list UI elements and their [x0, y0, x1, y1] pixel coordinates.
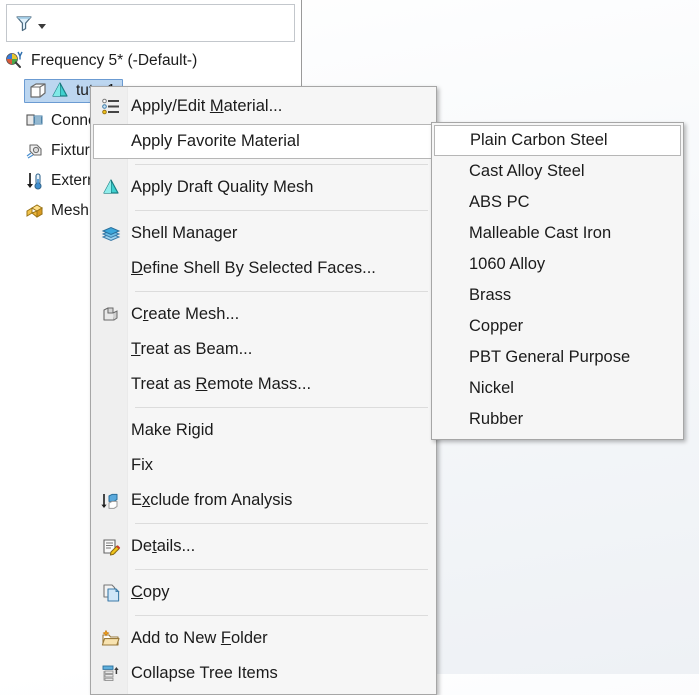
menu-item-label: Make Rigid — [131, 421, 214, 439]
menu-item-add-to-new-folder[interactable]: Add to New Folder — [91, 621, 436, 656]
submenu-item-label: 1060 Alloy — [469, 255, 546, 273]
menu-separator — [135, 291, 428, 292]
submenu-item-label: ABS PC — [469, 193, 530, 211]
menu-item-apply-edit-material[interactable]: Apply/Edit Material... — [91, 89, 436, 124]
menu-item-label: Fix — [131, 456, 153, 474]
menu-item-shell-manager[interactable]: Shell Manager — [91, 216, 436, 251]
submenu-item-nickel[interactable]: Nickel — [432, 373, 683, 404]
submenu-item-pbt-general-purpose[interactable]: PBT General Purpose — [432, 342, 683, 373]
connections-bolt-icon — [24, 110, 46, 132]
menu-item-label: Shell Manager — [131, 224, 238, 242]
menu-separator — [135, 210, 428, 211]
menu-separator — [135, 615, 428, 616]
menu-item-treat-as-remote-mass[interactable]: Treat as Remote Mass... — [91, 367, 436, 402]
details-icon — [94, 536, 127, 558]
filter-funnel-icon — [13, 12, 35, 34]
menu-item-label: Details... — [131, 537, 196, 555]
draft-quality-mesh-icon — [94, 177, 127, 199]
menu-item-label: Apply Draft Quality Mesh — [131, 178, 314, 196]
submenu-item-label: Copper — [469, 317, 524, 335]
context-menu[interactable]: Apply/Edit Material... Apply Favorite Ma… — [90, 86, 437, 695]
fixtures-icon — [24, 140, 46, 162]
submenu-item-label: Rubber — [469, 410, 524, 428]
menu-item-label: Treat as Beam... — [131, 340, 253, 358]
mesh-icon — [24, 200, 46, 222]
new-folder-icon — [94, 628, 127, 650]
menu-item-fix[interactable]: Fix — [91, 448, 436, 483]
submenu-item-label: Plain Carbon Steel — [470, 131, 608, 149]
submenu-item-malleable-cast-iron[interactable]: Malleable Cast Iron — [432, 218, 683, 249]
part-body-icon — [27, 80, 49, 102]
submenu-item-label: Cast Alloy Steel — [469, 162, 585, 180]
external-loads-thermometer-icon — [24, 170, 46, 192]
menu-item-apply-favorite-material[interactable]: Apply Favorite Material — [93, 124, 434, 159]
submenu-item-label: Malleable Cast Iron — [469, 224, 612, 242]
menu-item-copy[interactable]: Copy — [91, 575, 436, 610]
mesh-quality-icon — [49, 80, 71, 102]
menu-item-exclude-from-analysis[interactable]: Exclude from Analysis — [91, 483, 436, 518]
menu-item-details[interactable]: Details... — [91, 529, 436, 564]
submenu-item-label: PBT General Purpose — [469, 348, 631, 366]
submenu-item-plain-carbon-steel[interactable]: Plain Carbon Steel — [434, 125, 681, 156]
menu-item-label: Apply/Edit Material... — [131, 97, 283, 115]
menu-item-make-rigid[interactable]: Make Rigid — [91, 413, 436, 448]
menu-item-label: Add to New Folder — [131, 629, 268, 647]
menu-item-label: Copy — [131, 583, 170, 601]
submenu-item-label: Nickel — [469, 379, 514, 397]
menu-item-define-shell-by-selected-faces[interactable]: Define Shell By Selected Faces... — [91, 251, 436, 286]
menu-separator — [135, 523, 428, 524]
shell-manager-icon — [94, 223, 127, 245]
favorite-material-submenu[interactable]: Plain Carbon Steel Cast Alloy Steel ABS … — [431, 122, 684, 440]
filter-search-input[interactable] — [6, 4, 295, 42]
menu-item-label: Exclude from Analysis — [131, 491, 293, 509]
tree-item-label: Mesh — [51, 202, 89, 219]
menu-item-create-mesh[interactable]: Create Mesh... — [91, 297, 436, 332]
chevron-down-icon[interactable] — [38, 23, 46, 29]
material-list-icon — [94, 97, 127, 117]
copy-icon — [94, 582, 127, 604]
submenu-item-label: Brass — [469, 286, 512, 304]
menu-separator — [135, 569, 428, 570]
menu-item-label: Define Shell By Selected Faces... — [131, 259, 376, 277]
menu-separator — [135, 164, 428, 165]
exclude-from-analysis-icon — [94, 490, 127, 512]
menu-item-apply-draft-quality-mesh[interactable]: Apply Draft Quality Mesh — [91, 170, 436, 205]
menu-separator — [135, 407, 428, 408]
submenu-item-1060-alloy[interactable]: 1060 Alloy — [432, 249, 683, 280]
filter-funnel-icon-wrap[interactable] — [13, 12, 46, 34]
submenu-item-copper[interactable]: Copper — [432, 311, 683, 342]
menu-item-label: Apply Favorite Material — [131, 132, 300, 150]
simulation-study-icon — [4, 50, 26, 72]
submenu-item-brass[interactable]: Brass — [432, 280, 683, 311]
tree-root-frequency-study[interactable]: Frequency 5* (-Default-) — [0, 46, 302, 76]
submenu-item-abs-pc[interactable]: ABS PC — [432, 187, 683, 218]
menu-item-treat-as-beam[interactable]: Treat as Beam... — [91, 332, 436, 367]
create-mesh-icon — [94, 304, 127, 326]
menu-item-label: Create Mesh... — [131, 305, 240, 323]
tree-root-label: Frequency 5* (-Default-) — [31, 52, 198, 69]
submenu-item-cast-alloy-steel[interactable]: Cast Alloy Steel — [432, 156, 683, 187]
submenu-item-rubber[interactable]: Rubber — [432, 404, 683, 435]
menu-item-label: Treat as Remote Mass... — [131, 375, 312, 393]
